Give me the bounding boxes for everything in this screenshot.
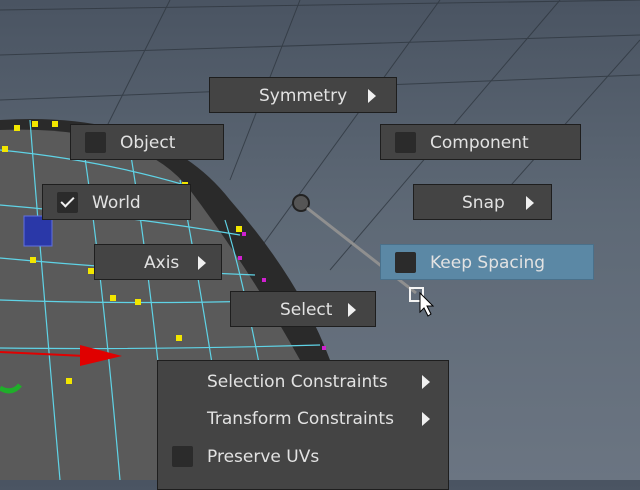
object-label: Object [120,133,176,153]
selected-face [23,215,53,247]
selection-constraints-label: Selection Constraints [207,372,388,392]
transform-constraints-item[interactable]: Transform Constraints [158,401,448,437]
checkbox-icon[interactable] [395,252,416,273]
world-menu-item[interactable]: World [42,184,191,220]
checkbox-icon[interactable] [85,132,106,153]
submenu-arrow-icon [422,375,430,389]
checkbox-icon[interactable] [395,132,416,153]
symmetry-menu-item[interactable]: Symmetry [209,77,397,113]
checkmark-icon[interactable] [57,192,78,213]
cursor-arrow-icon [419,291,435,317]
select-label: Select [280,300,333,320]
keep-spacing-label: Keep Spacing [430,253,546,273]
object-menu-item[interactable]: Object [70,124,224,160]
select-menu-item[interactable]: Select [230,291,376,327]
submenu-arrow-icon [422,412,430,426]
symmetry-label: Symmetry [259,86,348,106]
submenu-arrow-icon [368,89,376,103]
transform-constraints-label: Transform Constraints [207,409,394,429]
snap-menu-item[interactable]: Snap [413,184,552,220]
preserve-uvs-label: Preserve UVs [207,447,320,467]
preserve-uvs-item[interactable]: Preserve UVs [158,439,448,475]
submenu-arrow-icon [348,303,356,317]
submenu-arrow-icon [198,256,206,270]
keep-spacing-menu-item[interactable]: Keep Spacing [380,244,594,280]
axis-label: Axis [144,253,180,273]
component-label: Component [430,133,529,153]
snap-label: Snap [462,193,505,213]
component-menu-item[interactable]: Component [380,124,581,160]
selection-constraints-item[interactable]: Selection Constraints [158,364,448,400]
submenu-arrow-icon [526,196,534,210]
checkbox-icon[interactable] [172,446,193,467]
axis-menu-item[interactable]: Axis [94,244,222,280]
world-label: World [92,193,141,213]
select-submenu: Selection Constraints Transform Constrai… [157,360,449,490]
